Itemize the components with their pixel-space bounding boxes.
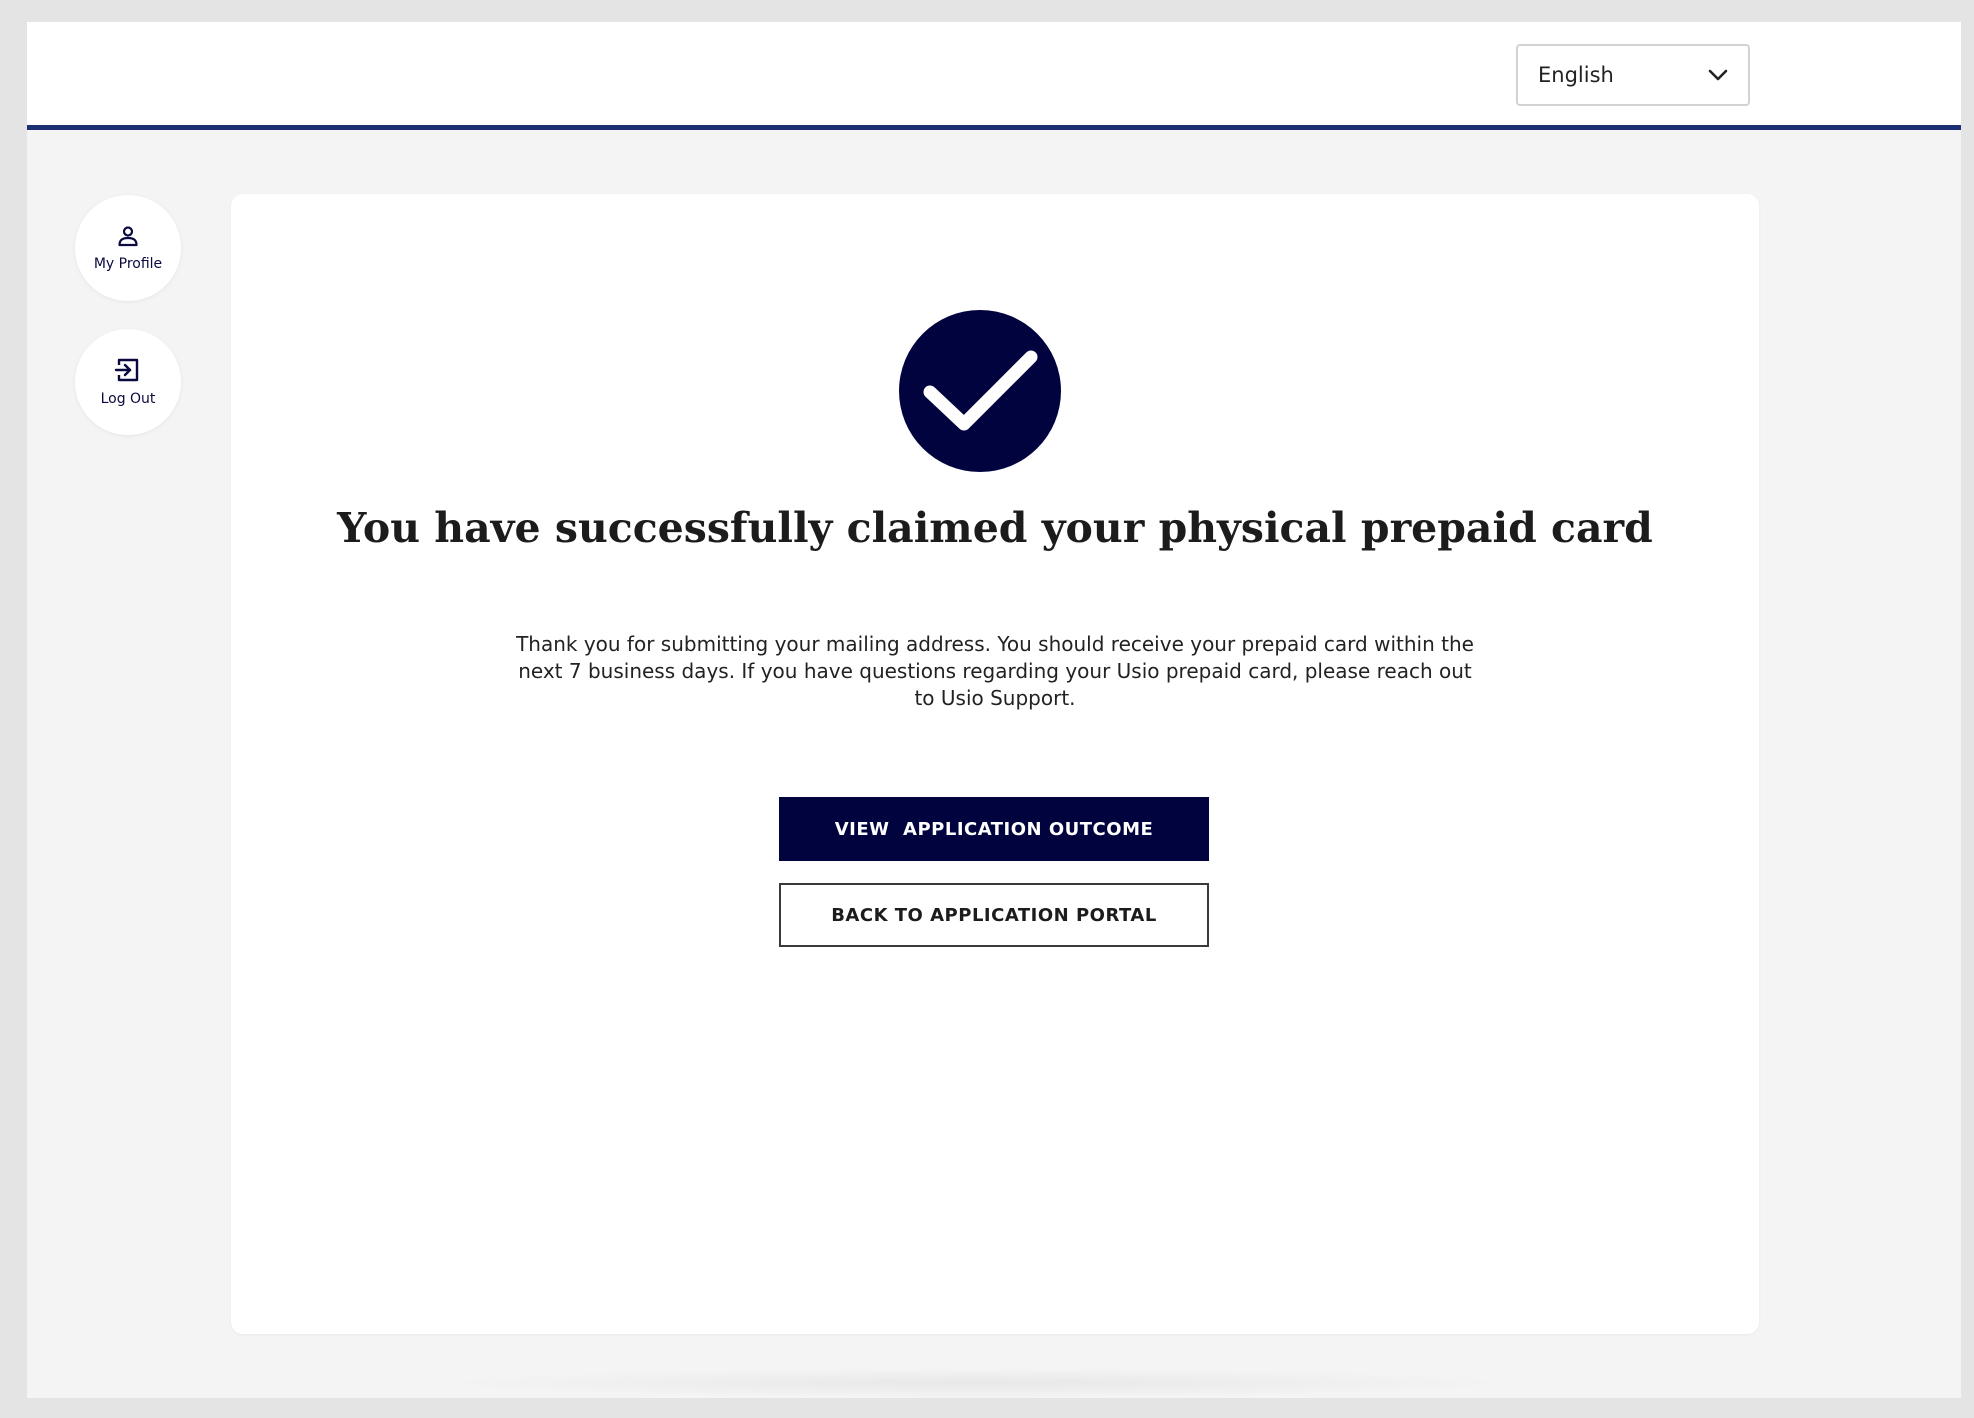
back-to-application-portal-button[interactable]: BACK TO APPLICATION PORTAL [779, 883, 1209, 947]
my-profile-label: My Profile [93, 256, 163, 272]
checkmark-icon [923, 350, 1038, 431]
view-application-outcome-button[interactable]: VIEW APPLICATION OUTCOME [779, 797, 1209, 861]
confirmation-message: Thank you for submitting your mailing ad… [516, 632, 1474, 710]
logout-icon [114, 358, 139, 382]
user-icon [118, 226, 138, 247]
confirmation-card: You have successfully claimed your physi… [231, 194, 1759, 1334]
language-select[interactable]: English [1516, 44, 1750, 106]
app-window: English My Profile Log Out You have succ… [27, 22, 1961, 1398]
page-title: You have successfully claimed your physi… [337, 504, 1653, 552]
top-header: English [27, 22, 1961, 130]
log-out-label: Log Out [100, 391, 156, 407]
log-out-button[interactable]: Log Out [75, 329, 181, 435]
chevron-down-icon [1708, 69, 1728, 81]
bottom-shadow [427, 1368, 1527, 1398]
language-select-value: English [1538, 63, 1614, 87]
checkmark-circle-icon [899, 310, 1061, 472]
my-profile-button[interactable]: My Profile [75, 195, 181, 301]
